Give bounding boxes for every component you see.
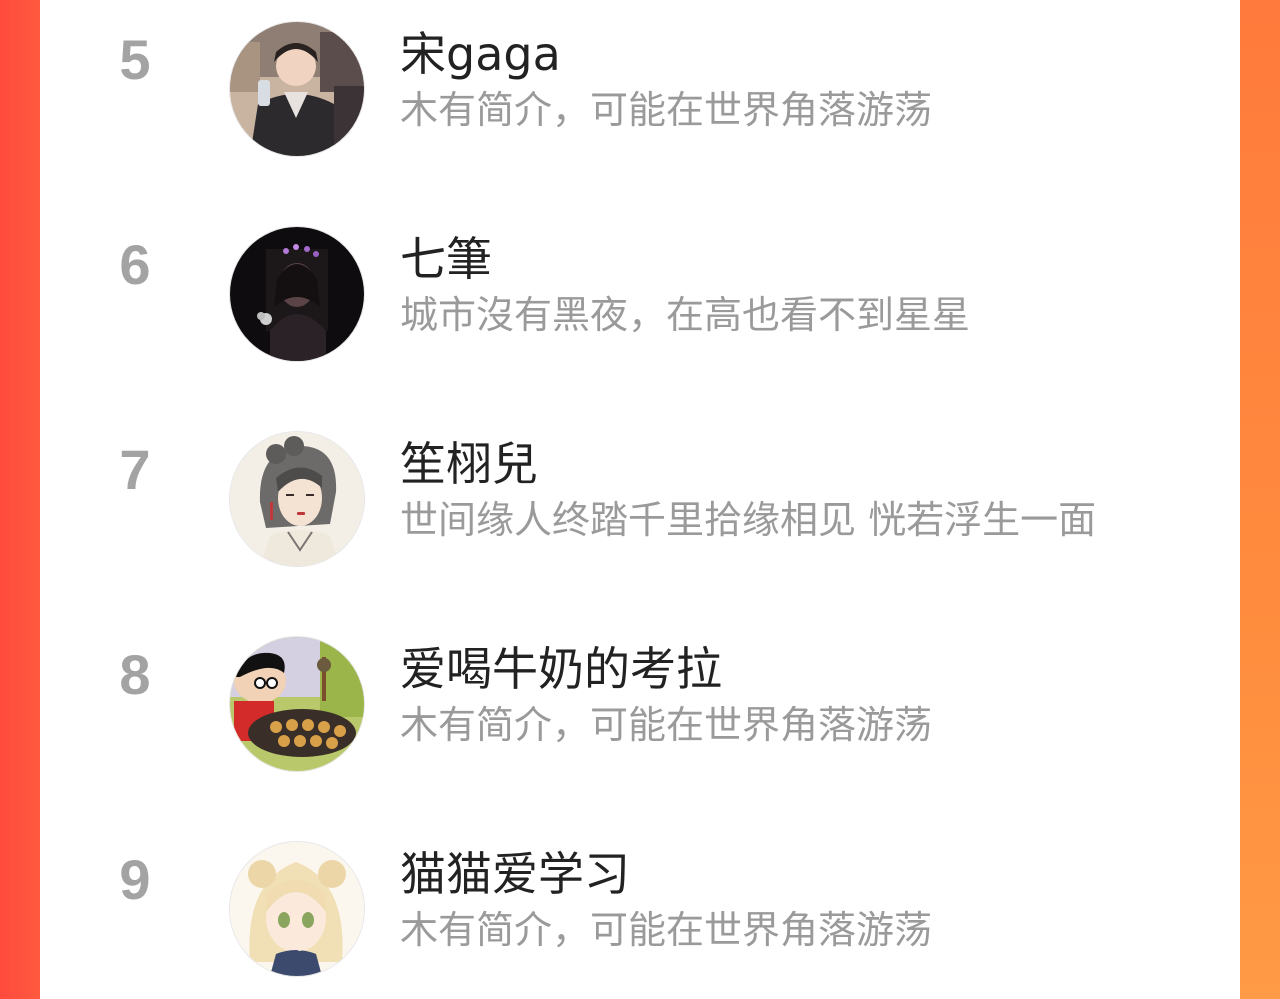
rank-number: 8 — [119, 643, 151, 706]
user-name: 七筆 — [400, 232, 492, 286]
list-item[interactable]: 9 猫猫爱学习 木有简介，可能在世界角落游荡 — [40, 820, 1240, 976]
user-avatar[interactable] — [230, 432, 364, 566]
user-bio: 木有简介，可能在世界角落游荡 — [400, 703, 933, 747]
anime-avatar-cat-girl-icon — [230, 842, 364, 976]
cartoon-avatar-crayon-boy-icon — [230, 637, 364, 771]
rank-number: 9 — [119, 848, 151, 911]
ranking-list: 5 宋gaga 木有简介，可能在世界角落游荡 6 七筆 城市沒有黑夜，在高也看不… — [40, 0, 1240, 999]
user-avatar[interactable] — [230, 227, 364, 361]
user-bio: 城市沒有黑夜，在高也看不到星星 — [400, 293, 971, 337]
user-name: 宋gaga — [400, 27, 561, 81]
user-bio: 木有简介，可能在世界角落游荡 — [400, 908, 933, 952]
list-item[interactable]: 5 宋gaga 木有简介，可能在世界角落游荡 — [40, 0, 1240, 156]
rank-number: 6 — [119, 233, 151, 296]
user-avatar[interactable] — [230, 842, 364, 976]
user-bio: 木有简介，可能在世界角落游荡 — [400, 88, 933, 132]
rank-number: 5 — [119, 28, 151, 91]
photo-avatar-dark-portrait-icon — [230, 227, 364, 361]
user-avatar[interactable] — [230, 22, 364, 156]
illustration-avatar-ancient-woman-icon — [230, 432, 364, 566]
list-item[interactable]: 8 爱喝牛奶的考拉 木有简介，可能在世界角落游荡 — [40, 615, 1240, 771]
background-right-edge — [1240, 0, 1280, 999]
rank-number: 7 — [119, 438, 151, 501]
list-item[interactable]: 7 笙栩兒 世间缘人终踏千里拾缘相见 恍若浮生一面 — [40, 410, 1240, 566]
user-name: 笙栩兒 — [400, 437, 538, 491]
user-avatar[interactable] — [230, 637, 364, 771]
list-item[interactable]: 6 七筆 城市沒有黑夜，在高也看不到星星 — [40, 205, 1240, 361]
photo-avatar-young-man-icon — [230, 22, 364, 156]
user-bio: 世间缘人终踏千里拾缘相见 恍若浮生一面 — [400, 498, 1097, 542]
user-name: 爱喝牛奶的考拉 — [400, 642, 722, 696]
user-name: 猫猫爱学习 — [400, 847, 630, 901]
